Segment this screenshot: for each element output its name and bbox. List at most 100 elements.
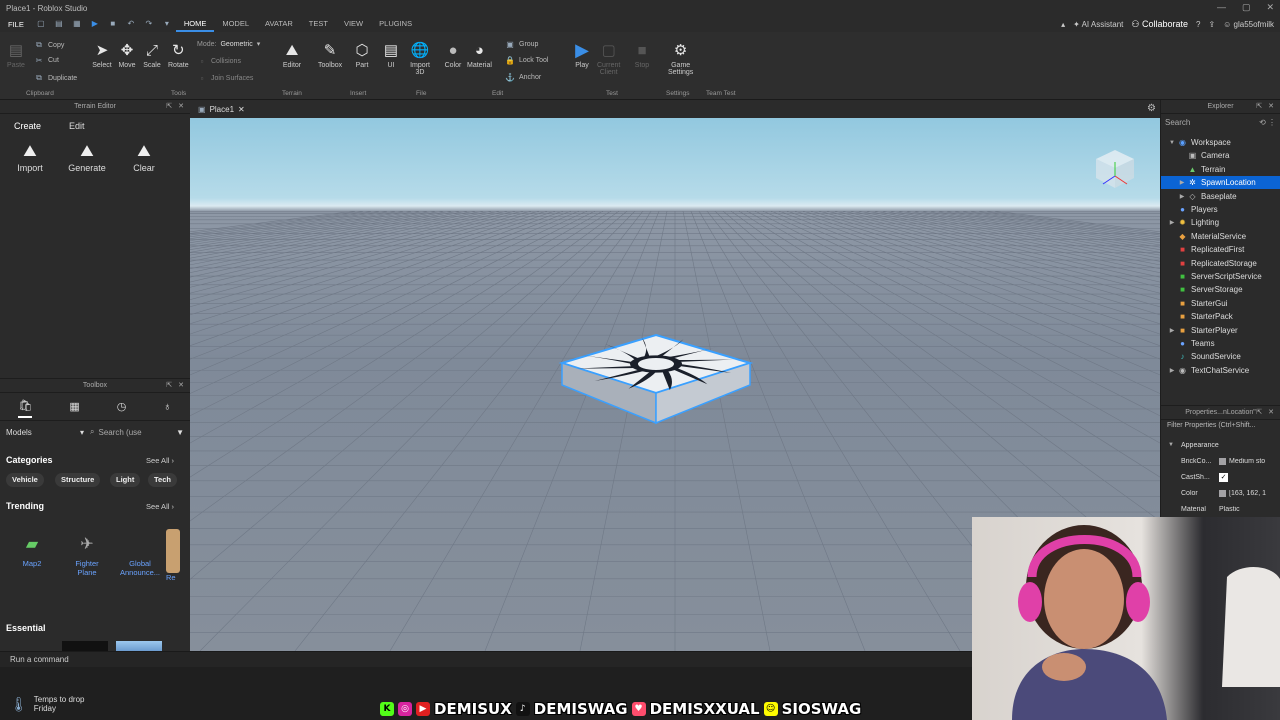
expand-arrow-icon[interactable]: ▶ <box>1167 219 1177 226</box>
select-tool-button[interactable]: ➤ Select <box>92 40 112 69</box>
maximize-button[interactable]: ▢ <box>1242 2 1251 13</box>
collisions-toggle[interactable]: ▫ Collisions <box>197 57 241 66</box>
explorer-item[interactable]: ◆ MaterialService <box>1161 230 1280 243</box>
group-button[interactable]: ▣ Group <box>505 40 538 49</box>
toolbox-search[interactable]: ⌕ Search (use <box>90 427 170 437</box>
explorer-item[interactable]: ▶ ◇ Baseplate <box>1161 190 1280 203</box>
anchor-button[interactable]: ⚓ Anchor <box>505 73 541 82</box>
close-icon[interactable]: ✕ <box>178 100 184 114</box>
creations-bulb-icon[interactable]: ♁ <box>163 401 171 417</box>
checkbox-checked[interactable]: ✓ <box>1219 472 1228 482</box>
more-icon[interactable]: ▾ <box>162 19 172 29</box>
scale-tool-button[interactable]: ⤢ Scale <box>142 40 162 70</box>
terrain-editor-button[interactable]: ⛰ Editor <box>282 40 302 70</box>
tab-edit[interactable]: Edit <box>55 118 99 134</box>
collapse-ribbon-icon[interactable]: ▴ <box>1061 20 1065 29</box>
close-icon[interactable]: ✕ <box>178 379 184 393</box>
undock-icon[interactable]: ⇱ <box>1256 406 1262 420</box>
command-bar[interactable]: Run a command <box>0 651 972 667</box>
categories-see-all[interactable]: See All › <box>146 456 174 465</box>
property-value-cell[interactable]: ✓ <box>1219 472 1231 482</box>
explorer-search[interactable]: Search ⟲ ⋮ <box>1165 118 1276 130</box>
explorer-item[interactable]: ■ ReplicatedFirst <box>1161 243 1280 256</box>
terrain-clear-button[interactable]: ⛰ Clear <box>124 143 164 173</box>
user-account[interactable]: ☺ gla55ofmilk <box>1223 20 1274 29</box>
explorer-item[interactable]: ■ ServerScriptService <box>1161 270 1280 283</box>
ai-assistant-button[interactable]: ✦ AI Assistant <box>1073 20 1123 29</box>
toolbox-search-input[interactable]: Search (use <box>98 428 141 437</box>
close-tab-icon[interactable]: ✕ <box>238 105 245 114</box>
explorer-item[interactable]: ▲ Terrain <box>1161 163 1280 176</box>
explorer-item[interactable]: ▶ ◉ TextChatService <box>1161 364 1280 377</box>
new-file-icon[interactable]: ▢ <box>36 19 46 29</box>
material-button[interactable]: ◕ Material <box>467 40 492 70</box>
expand-arrow-icon[interactable]: ▶ <box>1167 367 1177 374</box>
asset-fighter-plane[interactable]: ✈ Fighter Plane <box>67 529 107 577</box>
terrain-generate-button[interactable]: ⛰ Generate <box>67 143 107 173</box>
mode-selector[interactable]: Mode: Geometric ▾ <box>197 40 260 49</box>
join-surfaces-toggle[interactable]: ▫ Join Surfaces <box>197 74 254 83</box>
undock-icon[interactable]: ⇱ <box>166 100 172 114</box>
lock-tool-button[interactable]: 🔒 Lock Tool <box>505 56 548 65</box>
filter-icon[interactable]: ▼ <box>176 428 184 437</box>
expand-arrow-icon[interactable]: ▶ <box>1177 179 1187 186</box>
stop-button[interactable]: ■ Stop <box>632 40 652 70</box>
undock-icon[interactable]: ⇱ <box>1256 100 1262 114</box>
explorer-item[interactable]: ■ ServerStorage <box>1161 283 1280 296</box>
trending-see-all[interactable]: See All › <box>146 502 174 511</box>
minimize-button[interactable]: — <box>1217 2 1226 13</box>
recent-clock-icon[interactable]: ◷ <box>117 400 127 417</box>
asset-global-announce[interactable]: Global Announce... <box>116 529 164 577</box>
asset-map2[interactable]: ▰ Map2 <box>12 529 52 568</box>
chip-vehicle[interactable]: Vehicle <box>6 473 44 487</box>
explorer-item[interactable]: ● Teams <box>1161 337 1280 350</box>
property-row[interactable]: Color [163, 162, 1 <box>1161 486 1280 500</box>
save-icon[interactable]: ▦ <box>72 19 82 29</box>
view-orientation-cube[interactable] <box>1092 146 1138 192</box>
paste-button[interactable]: ▤ Paste <box>6 40 26 69</box>
collaborate-button[interactable]: ⚇ Collaborate <box>1131 19 1188 30</box>
play-button[interactable]: ▶ Play <box>572 40 592 70</box>
color-button[interactable]: ● Color <box>443 40 463 70</box>
part-button[interactable]: ⬡ Part <box>352 40 372 69</box>
explorer-item[interactable]: ▼ ◉ Workspace <box>1161 136 1280 149</box>
play-quick-icon[interactable]: ▶ <box>90 19 100 29</box>
expand-arrow-icon[interactable]: ▶ <box>1177 193 1187 200</box>
properties-filter[interactable]: Filter Properties (Ctrl+Shift... <box>1167 422 1256 429</box>
viewport-settings-gear-icon[interactable]: ⚙ <box>1147 103 1156 114</box>
file-menu[interactable]: FILE <box>0 19 32 29</box>
chip-light[interactable]: Light <box>110 473 141 487</box>
tab-test[interactable]: TEST <box>301 16 336 32</box>
expand-arrow-icon[interactable]: ▼ <box>1167 140 1177 146</box>
tab-home[interactable]: HOME <box>175 16 215 32</box>
place1-tab[interactable]: ▣ Place1 ✕ <box>190 105 253 114</box>
game-settings-button[interactable]: ⚙ Game Settings <box>668 40 693 76</box>
weather-widget[interactable]: 🌡 Temps to drop Friday <box>10 695 84 713</box>
history-icon[interactable]: ⟲ ⋮ <box>1259 118 1276 130</box>
undock-icon[interactable]: ⇱ <box>166 379 172 393</box>
import-3d-button[interactable]: 🌐 Import 3D <box>410 40 430 76</box>
appearance-section[interactable]: ▼ Appearance <box>1161 438 1280 452</box>
toolbox-button[interactable]: ✎ Toolbox <box>318 40 342 69</box>
help-icon[interactable]: ? <box>1196 20 1200 29</box>
duplicate-button[interactable]: ⧉ Duplicate <box>34 73 77 83</box>
explorer-item[interactable]: ■ StarterPack <box>1161 310 1280 323</box>
open-file-icon[interactable]: ▤ <box>54 19 64 29</box>
ui-button[interactable]: ▤ UI <box>381 40 401 69</box>
tab-view[interactable]: VIEW <box>336 16 371 32</box>
asset-partial[interactable]: Re <box>166 529 180 582</box>
share-icon[interactable]: ⇪ <box>1208 20 1215 29</box>
explorer-item[interactable]: ■ ReplicatedStorage <box>1161 257 1280 270</box>
close-icon[interactable]: ✕ <box>1268 406 1274 420</box>
marketplace-bag-icon[interactable]: 🛍 <box>18 399 33 418</box>
spawn-location-part[interactable] <box>558 333 754 425</box>
tab-create[interactable]: Create <box>0 118 55 134</box>
explorer-item[interactable]: ▶ ■ StarterPlayer <box>1161 324 1280 337</box>
tab-model[interactable]: MODEL <box>214 16 257 32</box>
chip-tech[interactable]: Tech <box>148 473 177 487</box>
explorer-item[interactable]: ▶ ✲ SpawnLocation <box>1161 176 1280 190</box>
property-row[interactable]: CastSh... ✓ <box>1161 470 1280 484</box>
explorer-item[interactable]: ▶ ✹ Lighting <box>1161 216 1280 229</box>
inventory-grid-icon[interactable]: ▦ <box>69 400 79 417</box>
property-row[interactable]: Material Plastic <box>1161 502 1280 516</box>
